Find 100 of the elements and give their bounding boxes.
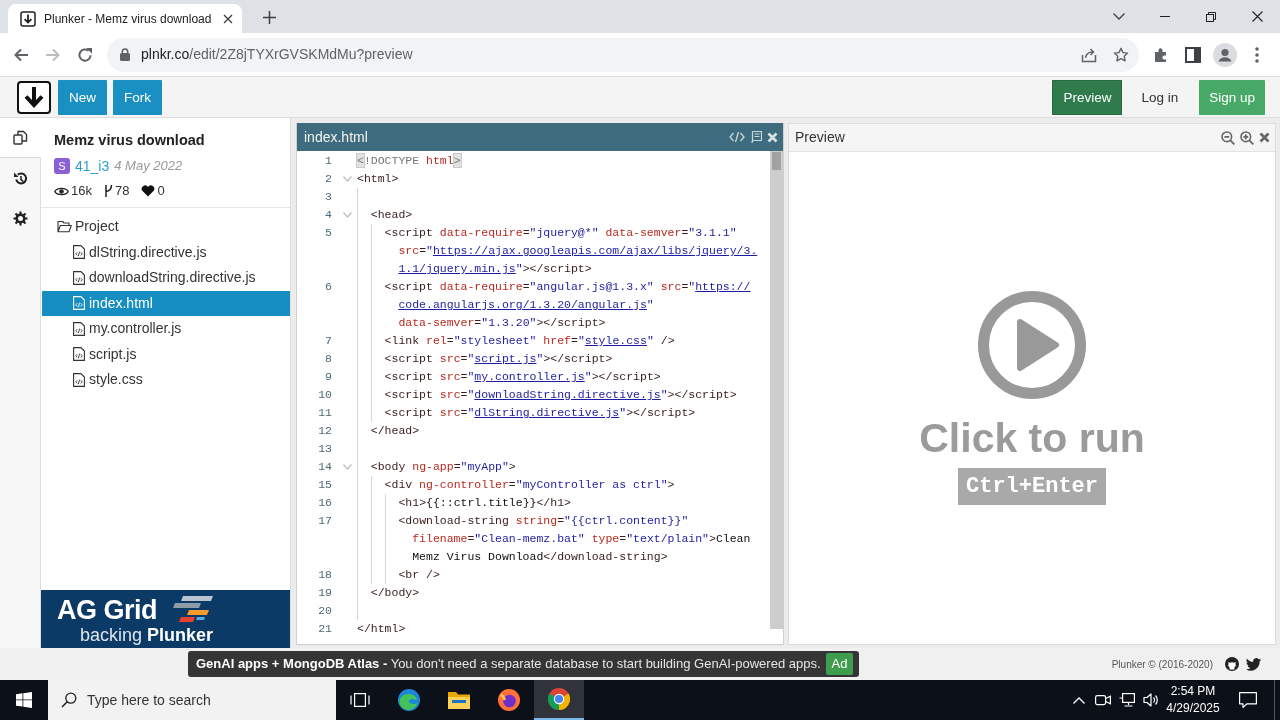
puzzle-icon[interactable] bbox=[1153, 46, 1169, 63]
time-text[interactable]: 2:54 PM bbox=[1170, 683, 1216, 700]
folder-item[interactable]: Project bbox=[42, 214, 290, 240]
line-number: 20 bbox=[318, 604, 332, 617]
code-line: <script data-require="angular.js@1.3.x" src="https:// bbox=[384, 280, 751, 293]
editor-title: index.html bbox=[304, 127, 369, 147]
code-line: <!DOCTYPE html> bbox=[357, 154, 461, 167]
file-item[interactable]: index.html bbox=[42, 290, 290, 316]
history-icon bbox=[12, 170, 28, 186]
code-line: <script data-require="jquery@*" data-semver="3.1.1" bbox=[384, 226, 737, 239]
ad-text: GenAI apps + MongoDB Atlas - You don't need a separate database to start building GenAI-powered apps. bbox=[196, 655, 821, 674]
line-number: 19 bbox=[318, 586, 332, 599]
line-number: 1 bbox=[325, 154, 332, 167]
code-line: data-semver="1.3.20"></script> bbox=[398, 316, 606, 329]
fox-browser-icon bbox=[497, 688, 521, 712]
close-icon[interactable] bbox=[1251, 11, 1263, 22]
ad-banner[interactable]: GenAI apps + MongoDB Atlas - You don't need a separate database to start building GenAI-powered apps. Ad bbox=[188, 651, 860, 677]
scrollbar-thumb[interactable] bbox=[772, 152, 781, 170]
code-file-icon bbox=[73, 270, 85, 285]
logo-icon[interactable] bbox=[17, 80, 51, 114]
swirl-browser-icon bbox=[397, 688, 421, 712]
chevron-up-icon[interactable] bbox=[1072, 696, 1085, 704]
settings-icon bbox=[12, 210, 28, 226]
file-item[interactable]: style.css bbox=[42, 367, 290, 393]
cat-logo-icon[interactable] bbox=[1225, 657, 1239, 671]
side-panel-icon[interactable] bbox=[1185, 46, 1201, 63]
sponsor-name: AG Grid bbox=[57, 595, 157, 625]
line-number: 2 bbox=[325, 172, 332, 185]
play-icon[interactable] bbox=[978, 291, 1086, 399]
line-number: 12 bbox=[318, 424, 332, 437]
shortcut-hint: Ctrl+Enter bbox=[958, 468, 1106, 505]
plus-icon[interactable] bbox=[263, 11, 276, 24]
browser-tab[interactable]: Plunker - Memz virus download bbox=[8, 4, 242, 33]
fork-icon bbox=[103, 184, 113, 198]
like-count: 0 bbox=[157, 182, 165, 201]
code-line: code.angularjs.org/1.3.20/angular.js" bbox=[398, 298, 654, 311]
code-line: 1.1/jquery.min.js"></script> bbox=[398, 262, 592, 275]
bird-icon[interactable] bbox=[1246, 657, 1261, 671]
code-line: <script src="my.controller.js"></script> bbox=[384, 370, 661, 383]
code-line: <h1>{{::ctrl.title}}</h1> bbox=[398, 496, 571, 509]
start-icon[interactable] bbox=[16, 692, 32, 708]
preview-button[interactable]: Preview bbox=[1052, 79, 1123, 115]
code-line: </head> bbox=[370, 424, 420, 437]
line-number: 5 bbox=[325, 226, 332, 239]
chevron-down-icon[interactable] bbox=[1113, 13, 1125, 20]
code-file-icon bbox=[73, 321, 85, 336]
address-bar[interactable]: plnkr.co/edit/2Z8jTYXrGVSKMdMu?preview bbox=[107, 37, 1139, 72]
lock-icon[interactable] bbox=[120, 48, 130, 61]
zoom-out-icon[interactable] bbox=[1221, 130, 1235, 145]
code-icon[interactable] bbox=[729, 131, 745, 143]
code-line: <br /> bbox=[398, 568, 440, 581]
line-number: 6 bbox=[325, 280, 332, 293]
sponsor-tagline: backing Plunker bbox=[79, 625, 215, 645]
video-camera-icon[interactable] bbox=[1095, 693, 1111, 707]
speaker-icon[interactable] bbox=[1142, 693, 1159, 707]
code-line: filename="Clean-memz.bat" type="text/plain">Clean bbox=[412, 532, 751, 545]
file-item[interactable]: dlString.directive.js bbox=[42, 239, 290, 265]
line-number: 10 bbox=[318, 388, 332, 401]
line-number: 13 bbox=[318, 442, 332, 455]
eye-icon bbox=[54, 185, 69, 197]
code-file-icon bbox=[73, 245, 85, 260]
share-icon[interactable] bbox=[1081, 46, 1097, 63]
sponsor-banner[interactable]: AG Grid backing Plunker bbox=[41, 590, 290, 648]
line-number: 15 bbox=[318, 478, 332, 491]
taskbar-app[interactable] bbox=[534, 680, 584, 720]
ad-label: Ad bbox=[825, 653, 854, 675]
line-number: 11 bbox=[318, 406, 332, 419]
line-number: 21 bbox=[318, 622, 332, 635]
code-file-icon bbox=[73, 296, 85, 311]
heart-icon bbox=[141, 185, 156, 197]
date-text[interactable]: 4/29/2025 bbox=[1166, 700, 1220, 717]
close-icon[interactable] bbox=[223, 13, 233, 24]
file-item[interactable]: downloadString.directive.js bbox=[42, 265, 290, 291]
code-line: <html> bbox=[357, 172, 399, 185]
notifications-icon[interactable] bbox=[1239, 692, 1257, 708]
zoom-in-icon[interactable] bbox=[1240, 130, 1254, 145]
network-icon[interactable] bbox=[1118, 693, 1135, 707]
file-item[interactable]: my.controller.js bbox=[42, 316, 290, 342]
profile-icon[interactable] bbox=[1213, 42, 1237, 67]
line-number: 9 bbox=[325, 370, 332, 383]
new-button[interactable]: New bbox=[58, 79, 107, 115]
files-icon bbox=[13, 130, 28, 145]
search-field[interactable]: Type here to search bbox=[48, 680, 336, 720]
more-icon[interactable] bbox=[1255, 46, 1259, 63]
code-line: <head> bbox=[370, 208, 413, 221]
fork-button[interactable]: Fork bbox=[113, 79, 162, 115]
restore-icon[interactable] bbox=[1206, 11, 1216, 22]
search-icon bbox=[61, 692, 77, 708]
book-icon[interactable] bbox=[750, 131, 762, 143]
file-item[interactable]: script.js bbox=[42, 341, 290, 367]
scrollbar[interactable] bbox=[770, 151, 783, 629]
line-number: 3 bbox=[325, 190, 332, 203]
line-number: 8 bbox=[325, 352, 332, 365]
star-icon[interactable] bbox=[1113, 46, 1129, 63]
code-line: <script src="dlString.directive.js"></script> bbox=[384, 406, 696, 419]
login-button[interactable]: Log in bbox=[1122, 79, 1198, 115]
task-view-icon[interactable] bbox=[350, 692, 370, 708]
reload-icon[interactable] bbox=[77, 46, 93, 63]
code-line: <script src="script.js"></script> bbox=[384, 352, 613, 365]
back-arrow-icon[interactable] bbox=[13, 46, 29, 63]
